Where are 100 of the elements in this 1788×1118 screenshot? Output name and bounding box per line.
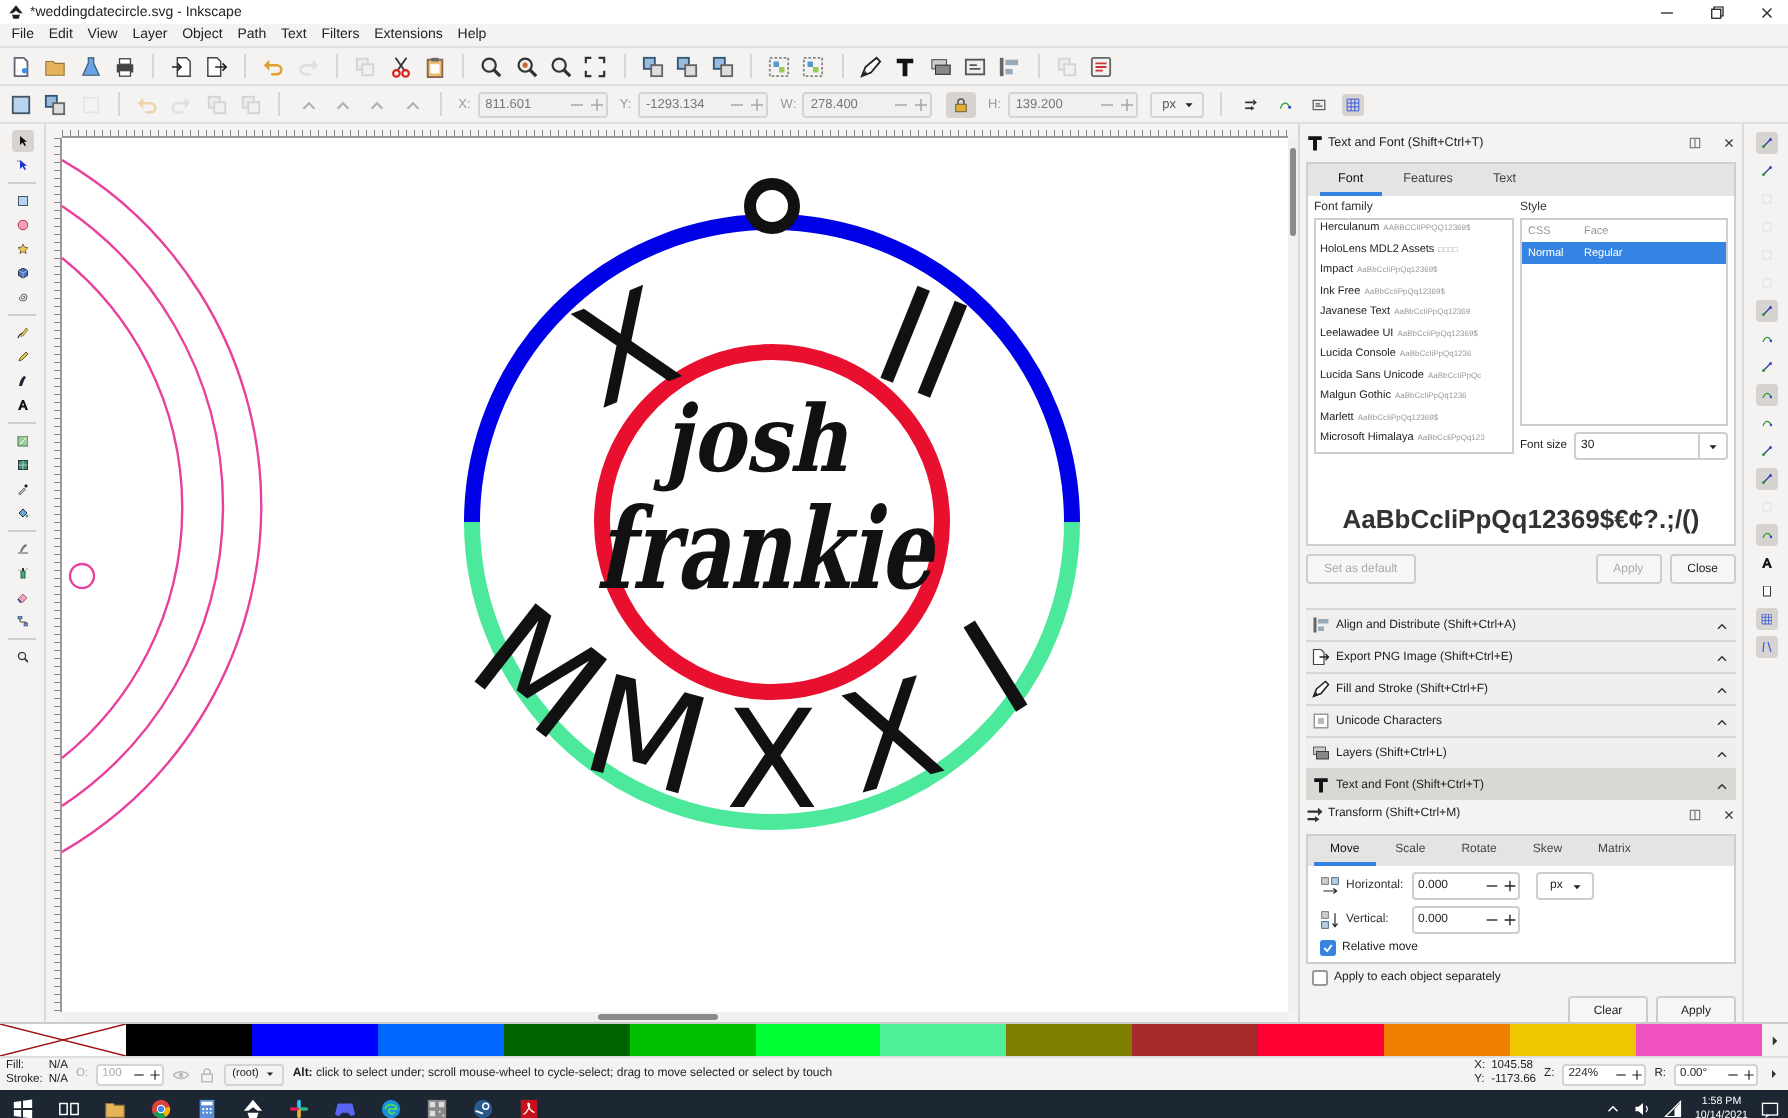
checkbox[interactable] (1312, 970, 1328, 986)
task-view-icon[interactable] (58, 1098, 80, 1118)
checkbox[interactable] (1320, 940, 1336, 956)
browser-icon[interactable] (380, 1098, 402, 1118)
caret-icon (1706, 439, 1720, 453)
app-icon[interactable] (426, 1098, 448, 1118)
roman-numeral: X (725, 683, 819, 841)
calculator-icon[interactable] (196, 1098, 218, 1118)
plus-icon[interactable] (1502, 912, 1518, 928)
select-all-icon[interactable] (10, 93, 32, 115)
gamepad-icon[interactable] (334, 1098, 356, 1118)
scissors-icon[interactable] (389, 55, 412, 77)
color-swatch[interactable] (755, 1024, 881, 1056)
snap-icon[interactable] (1755, 468, 1777, 490)
zoom-icon[interactable] (550, 55, 573, 77)
move-icon (1320, 876, 1340, 896)
lock-button[interactable] (945, 91, 976, 117)
start-icon[interactable] (12, 1098, 34, 1118)
panel-icon (1312, 648, 1330, 666)
transform-toggle-icon[interactable] (1239, 93, 1262, 115)
color-swatch[interactable] (629, 1024, 756, 1056)
zoom-icon[interactable] (480, 55, 503, 77)
color-swatch[interactable] (503, 1024, 630, 1056)
pinwheel-icon[interactable] (288, 1098, 310, 1118)
plus-icon[interactable] (1742, 1067, 1756, 1081)
notification-icon[interactable] (1760, 1099, 1780, 1118)
transform-toggle-icon[interactable] (1342, 93, 1365, 115)
speaker-icon[interactable] (1634, 1100, 1653, 1118)
close-icon[interactable] (1722, 135, 1736, 149)
selector-icon[interactable] (11, 130, 33, 152)
font-preview: AaBbCcIiPpQq12369$€¢?.;/() (1342, 504, 1700, 534)
grid-icon[interactable] (1755, 608, 1777, 630)
caret-icon (1570, 879, 1585, 893)
select-all-icon[interactable] (44, 93, 67, 115)
text-icon[interactable] (894, 55, 917, 77)
align-icon[interactable] (998, 55, 1021, 77)
layers-icon[interactable] (929, 55, 952, 77)
xml-editor-icon[interactable] (963, 55, 986, 77)
fit-icon[interactable] (584, 55, 607, 77)
inkscape-icon[interactable] (242, 1098, 264, 1118)
preferences-icon[interactable] (1090, 55, 1113, 77)
printer-icon[interactable] (113, 55, 136, 77)
color-swatch[interactable] (377, 1024, 504, 1056)
color-swatch[interactable] (125, 1024, 252, 1056)
network-icon[interactable] (1664, 1100, 1683, 1118)
color-swatch[interactable] (1635, 1024, 1762, 1056)
plus-icon[interactable] (148, 1067, 163, 1081)
color-swatch[interactable] (1006, 1024, 1133, 1056)
dock-icon[interactable] (1688, 807, 1702, 821)
browser-icon[interactable] (150, 1098, 172, 1118)
pen-icon[interactable] (11, 322, 33, 344)
flask-icon[interactable] (79, 55, 102, 77)
panel-icon (1312, 680, 1330, 698)
color-swatch[interactable] (251, 1024, 378, 1056)
new-document-icon[interactable] (10, 55, 32, 77)
snap-icon[interactable] (1755, 132, 1777, 154)
clone-icon[interactable] (676, 55, 699, 77)
ungroup-icon[interactable] (802, 55, 825, 77)
scrollbar-thumb[interactable] (1290, 148, 1296, 236)
zoom-icon[interactable] (515, 55, 538, 77)
panel-icon (1312, 616, 1330, 634)
export-icon[interactable] (205, 55, 228, 77)
caret-icon (264, 1068, 277, 1080)
text-icon (1306, 133, 1324, 151)
unlink-icon[interactable] (711, 55, 734, 77)
snap-icon[interactable] (1755, 300, 1777, 322)
group-icon[interactable] (768, 55, 791, 77)
scroll-right-icon[interactable] (1766, 1066, 1782, 1082)
snap-icon[interactable] (1755, 384, 1777, 406)
roman-numeral: II (855, 257, 989, 435)
close-icon[interactable] (1722, 807, 1736, 821)
move-icon (1320, 910, 1340, 930)
folder-icon[interactable] (44, 55, 67, 77)
steam-icon[interactable] (472, 1098, 494, 1118)
color-swatch[interactable] (1384, 1024, 1511, 1056)
import-icon[interactable] (170, 55, 193, 77)
duplicate-icon[interactable] (641, 55, 664, 77)
color-swatch[interactable] (1258, 1024, 1385, 1056)
caret-icon (1181, 97, 1196, 111)
scrollbar-thumb[interactable] (598, 1014, 718, 1020)
font-list[interactable] (1314, 218, 1514, 454)
folder-icon[interactable] (104, 1098, 126, 1118)
maximize-icon[interactable] (1708, 3, 1726, 21)
guide-icon[interactable] (1755, 636, 1777, 658)
lock-icon (951, 95, 970, 113)
plus-icon[interactable] (1502, 878, 1518, 894)
app-logo-icon (8, 4, 24, 20)
no-paint-swatch[interactable] (0, 1024, 126, 1056)
clipboard-icon[interactable] (423, 55, 446, 77)
color-swatch[interactable] (1510, 1024, 1636, 1056)
plus-icon[interactable] (1630, 1067, 1645, 1081)
close-icon[interactable] (1758, 3, 1776, 21)
transform-icon (1306, 805, 1324, 823)
color-swatch[interactable] (1132, 1024, 1259, 1056)
connector-icon[interactable] (11, 610, 33, 632)
color-swatch[interactable] (880, 1024, 1007, 1056)
dock-icon[interactable] (1688, 135, 1702, 149)
pdf-icon[interactable] (518, 1098, 540, 1118)
hanging-loop (744, 178, 800, 234)
fill-stroke-icon[interactable] (860, 55, 883, 77)
